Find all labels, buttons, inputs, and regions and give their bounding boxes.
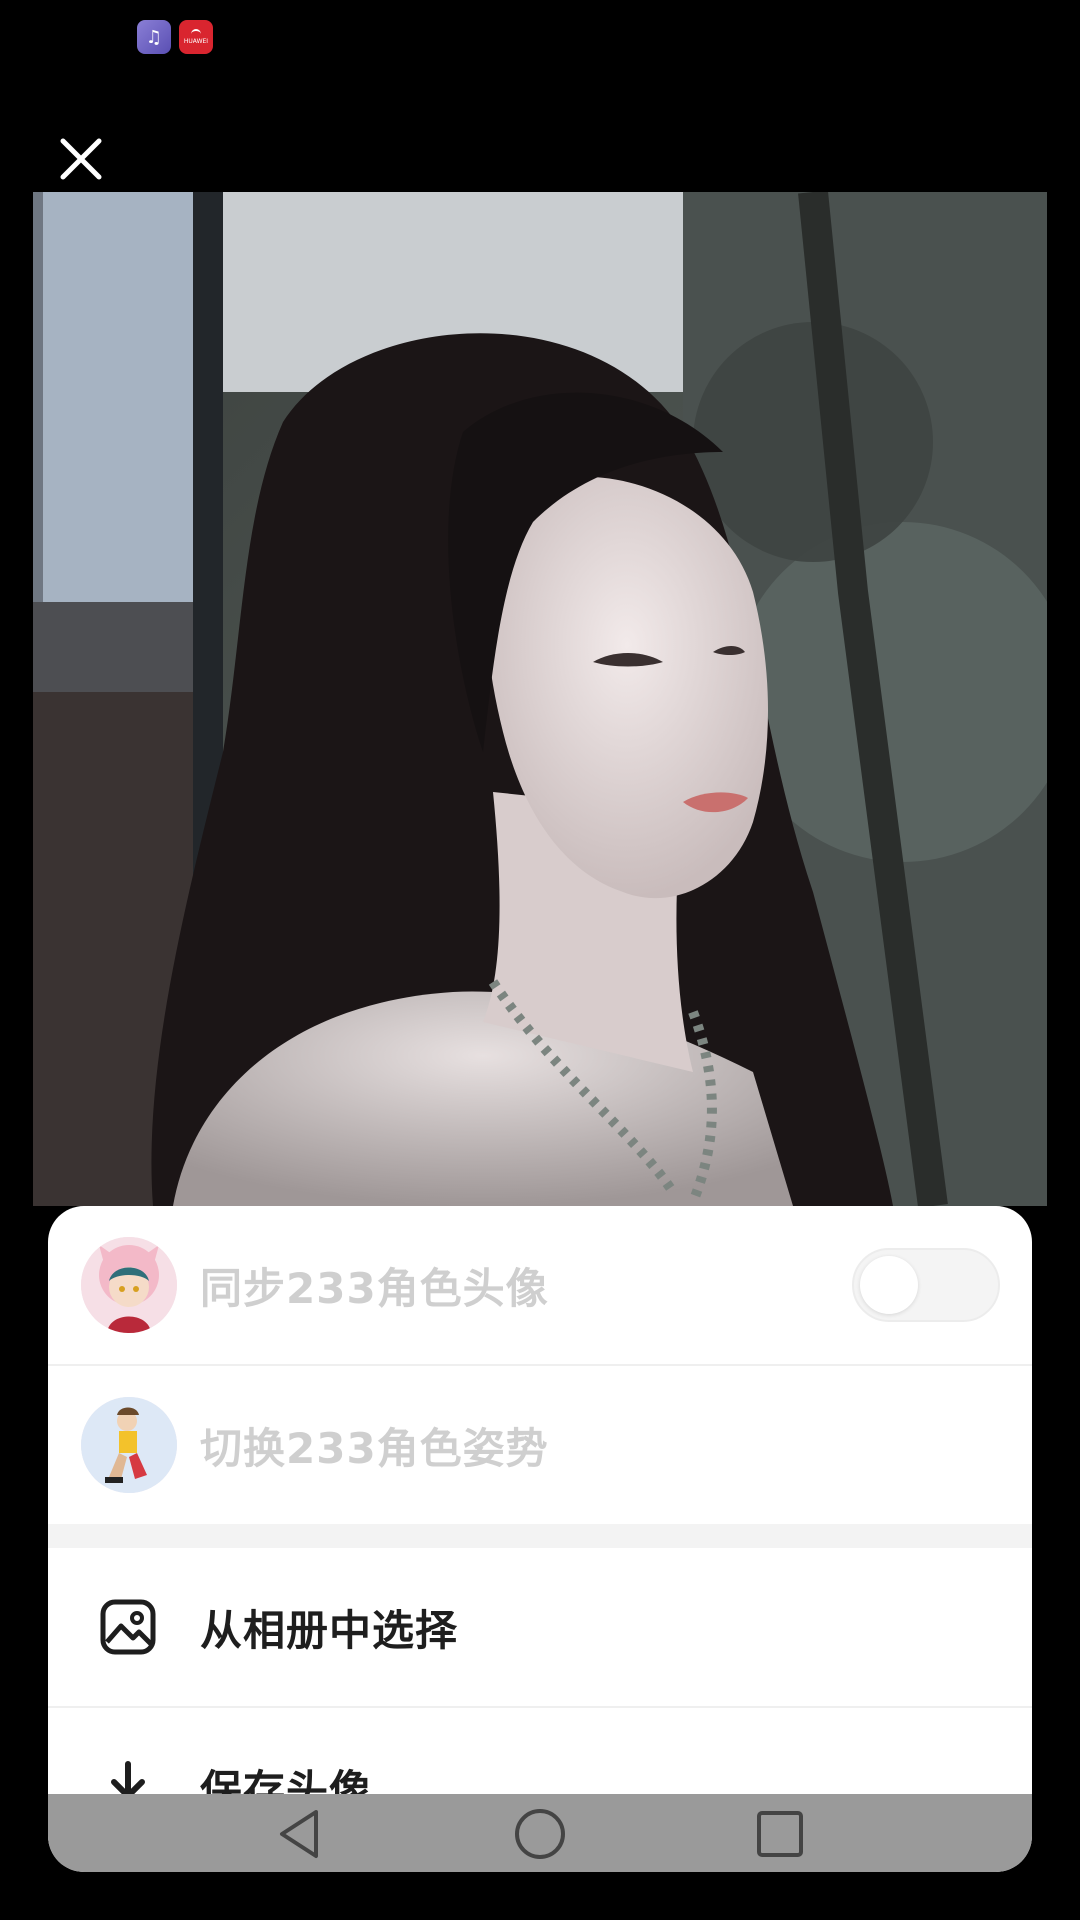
avatar-action-sheet: 同步233角色头像 切换233角色姿势 从相册中选择 保存头像	[48, 1206, 1032, 1872]
image-icon	[96, 1595, 160, 1659]
close-button[interactable]	[56, 134, 106, 184]
switch-role-pose-row[interactable]: 切换233角色姿势	[48, 1366, 1032, 1524]
toggle-knob	[860, 1256, 918, 1314]
home-circle-icon	[515, 1809, 565, 1859]
sync-role-avatar-row[interactable]: 同步233角色头像	[48, 1206, 1032, 1364]
switch-role-pose-label: 切换233角色姿势	[200, 1423, 549, 1473]
choose-from-album-label: 从相册中选择	[200, 1605, 459, 1655]
back-button[interactable]	[270, 1804, 330, 1864]
profile-photo	[33, 192, 1047, 1206]
huawei-badge-text: HUAWEI	[183, 38, 209, 45]
role-pose-avatar	[81, 1397, 177, 1493]
system-navigation-bar	[48, 1794, 1032, 1872]
huawei-app-icon: HUAWEI	[179, 20, 213, 54]
sync-role-avatar-label: 同步233角色头像	[200, 1263, 549, 1313]
recents-square-icon	[757, 1811, 803, 1857]
role-avatar-head	[81, 1237, 177, 1333]
close-icon	[60, 138, 102, 180]
recents-button[interactable]	[750, 1804, 810, 1864]
sync-role-avatar-toggle[interactable]	[852, 1248, 1000, 1322]
choose-from-album-row[interactable]: 从相册中选择	[48, 1548, 1032, 1706]
status-bar: ♫ HUAWEI	[0, 0, 1080, 80]
home-button[interactable]	[510, 1804, 570, 1864]
section-gap	[48, 1524, 1032, 1548]
music-app-icon: ♫	[137, 20, 171, 54]
back-triangle-icon	[280, 1810, 318, 1858]
